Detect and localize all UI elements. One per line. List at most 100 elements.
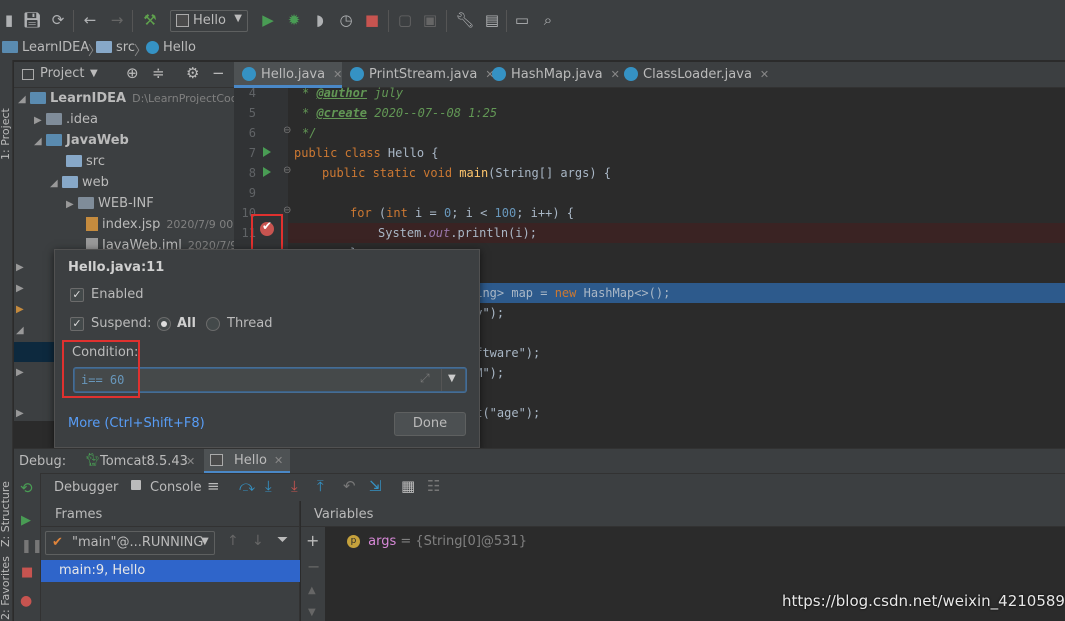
suspend-thread-radio[interactable] xyxy=(206,317,220,331)
breadcrumb-src[interactable]: src xyxy=(96,40,135,55)
fold-icon[interactable]: ⊖ xyxy=(283,165,291,176)
suspend-checkbox[interactable]: ✓ xyxy=(70,317,84,331)
suspend-all-label[interactable]: All xyxy=(177,316,196,331)
settings-wrench-icon[interactable]: 🔧︎ xyxy=(455,10,475,30)
expand-icon[interactable]: ⤢ xyxy=(420,371,430,386)
tree-item-web-inf[interactable]: ▶ WEB-INF xyxy=(66,193,154,214)
collapsed-arrow-icon[interactable]: ▶ xyxy=(16,283,24,294)
structure-tool-tab[interactable]: Z: Structure xyxy=(0,481,12,547)
gear-icon[interactable]: ⚙ xyxy=(186,64,199,82)
close-icon[interactable]: ✕ xyxy=(186,455,195,468)
thread-select[interactable]: ✔ "main"@...RUNNING ▼ xyxy=(45,531,215,555)
run-configuration-select[interactable]: Hello ▼ xyxy=(170,10,248,32)
hello-session-tab[interactable]: Hello ✕ xyxy=(204,449,290,474)
more-link[interactable]: More (Ctrl+Shift+F8) xyxy=(68,416,205,431)
favorites-tool-tab[interactable]: 2: Favorites xyxy=(0,556,12,620)
variable-row[interactable]: p args = {String[0]@531} xyxy=(347,534,527,549)
drop-frame-icon[interactable]: ↶ xyxy=(343,477,356,495)
frame-list-item[interactable]: main:9, Hello xyxy=(41,560,300,582)
evaluate-expression-icon[interactable]: ▦ xyxy=(401,477,415,495)
down-arrow-icon[interactable]: ▼ xyxy=(308,607,316,618)
stop-icon[interactable]: ■ xyxy=(362,10,382,30)
build-hammer-icon[interactable]: ⚒ xyxy=(140,10,160,30)
resume-icon[interactable]: ▶ xyxy=(21,513,31,528)
collapsed-arrow-icon[interactable]: ▶ xyxy=(16,304,24,315)
run-icon[interactable]: ▶ xyxy=(258,10,278,30)
variable-name: args xyxy=(368,534,397,549)
tree-item-javaweb[interactable]: ◢ JavaWeb xyxy=(34,130,129,151)
filter-funnel-icon[interactable]: ⏷ xyxy=(277,532,288,548)
suspend-label[interactable]: Suspend: xyxy=(91,316,151,331)
step-out-icon[interactable]: ⤒ xyxy=(317,477,324,495)
step-over-icon[interactable]: ⤼ xyxy=(239,477,255,495)
add-icon[interactable]: + xyxy=(306,531,319,550)
fold-icon[interactable]: ⊖ xyxy=(283,205,291,216)
fold-icon[interactable]: ⊖ xyxy=(283,125,291,136)
suspend-thread-label[interactable]: Thread xyxy=(227,316,272,331)
tree-item-web[interactable]: ◢ web xyxy=(50,172,109,193)
view-breakpoints-icon[interactable]: ● xyxy=(20,593,32,609)
project-tool-tab[interactable]: 1: Project xyxy=(0,108,12,160)
save-icon[interactable]: 💾︎ xyxy=(22,10,42,30)
debugger-tab[interactable]: Debugger xyxy=(54,480,118,495)
source-folder-icon xyxy=(66,154,82,167)
collapse-icon[interactable]: ≑ xyxy=(152,64,165,82)
close-icon[interactable]: ✕ xyxy=(274,454,283,467)
down-arrow-icon[interactable]: ↓ xyxy=(252,533,264,549)
menu-lines-icon[interactable]: ≡ xyxy=(207,477,220,495)
close-icon[interactable]: ✕ xyxy=(760,68,769,81)
pause-icon[interactable]: ▣ xyxy=(420,10,440,30)
tab-classloader-java[interactable]: ClassLoader.java ✕ xyxy=(616,62,769,88)
tree-item-index-jsp[interactable]: index.jsp 2020/7/9 000 xyxy=(86,214,240,235)
trace-icon[interactable]: ☷ xyxy=(427,477,440,495)
coverage-icon[interactable]: ◗ xyxy=(310,10,330,30)
tab-hashmap-java[interactable]: HashMap.java ✕ xyxy=(484,62,620,88)
tab-hello-java[interactable]: Hello.java ✕ xyxy=(234,62,342,88)
run-to-cursor-icon[interactable]: ⇲ xyxy=(369,477,382,495)
forward-arrow-icon[interactable]: → xyxy=(107,10,127,30)
run-gutter-icon[interactable] xyxy=(263,167,271,177)
up-arrow-icon[interactable]: ↑ xyxy=(227,533,239,549)
breadcrumb-project[interactable]: LearnIDEA xyxy=(2,40,89,55)
rerun-icon[interactable]: ⟲ xyxy=(20,479,33,497)
collapsed-arrow-icon[interactable]: ▶ xyxy=(16,262,24,273)
console-tab[interactable]: Console xyxy=(150,480,202,495)
hide-minus-icon[interactable]: − xyxy=(212,64,225,82)
remove-icon[interactable]: − xyxy=(307,557,320,576)
debug-bug-icon[interactable]: ✹ xyxy=(284,10,304,30)
project-structure-icon[interactable]: ▤ xyxy=(482,10,502,30)
up-arrow-icon[interactable]: ▲ xyxy=(308,585,316,596)
attach-icon[interactable]: ▢ xyxy=(395,10,415,30)
back-arrow-icon[interactable]: ← xyxy=(80,10,100,30)
tab-printstream-java[interactable]: PrintStream.java ✕ xyxy=(342,62,495,88)
tomcat-session-tab[interactable]: Tomcat8.5.43 xyxy=(100,454,188,469)
done-button[interactable]: Done xyxy=(394,412,466,436)
close-icon[interactable]: ✕ xyxy=(333,68,342,81)
javadoc-author-text: july xyxy=(367,86,404,100)
collapsed-arrow-icon[interactable]: ▶ xyxy=(16,367,24,378)
enabled-label[interactable]: Enabled xyxy=(91,287,144,302)
suspend-all-radio[interactable] xyxy=(157,317,171,331)
tree-item-idea[interactable]: ▶ .idea xyxy=(34,109,98,130)
run-gutter-icon[interactable] xyxy=(263,147,271,157)
enabled-checkbox[interactable]: ✓ xyxy=(70,288,84,302)
force-step-into-icon[interactable]: ⤓ xyxy=(291,477,298,495)
breadcrumb-file[interactable]: Hello xyxy=(146,40,196,55)
stop-icon[interactable]: ■ xyxy=(21,565,33,580)
line-number: 8 xyxy=(248,166,256,180)
chevron-down-icon[interactable]: ▼ xyxy=(448,373,456,384)
profile-icon[interactable]: ◷ xyxy=(336,10,356,30)
locate-target-icon[interactable]: ⊕ xyxy=(126,64,139,82)
expanded-arrow-icon[interactable]: ◢ xyxy=(16,325,24,336)
project-view-label[interactable]: Project xyxy=(40,66,84,81)
sync-icon[interactable]: ⟳ xyxy=(48,10,68,30)
terminal-icon[interactable]: ▭ xyxy=(512,10,532,30)
tree-item-src[interactable]: src xyxy=(66,151,105,172)
chevron-down-icon[interactable]: ▼ xyxy=(90,68,98,79)
collapsed-arrow-icon[interactable]: ▶ xyxy=(16,408,24,419)
pause-icon[interactable]: ❚❚ xyxy=(21,539,43,554)
search-icon[interactable]: ⌕ xyxy=(538,10,558,30)
folder-icon[interactable]: ▮ xyxy=(4,10,14,30)
step-into-icon[interactable]: ⤓ xyxy=(265,477,272,495)
tree-item-learnidea[interactable]: ◢ LearnIDEA D:\LearnProjectCod xyxy=(18,88,238,109)
